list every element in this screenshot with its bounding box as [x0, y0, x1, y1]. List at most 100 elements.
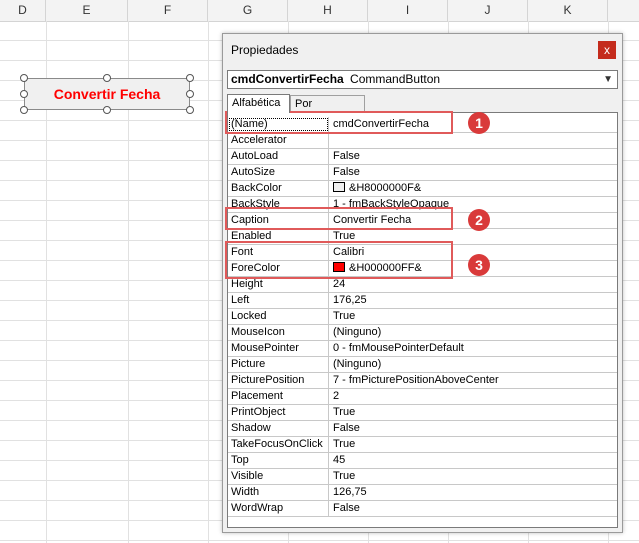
property-row[interactable]: MouseIcon (Ninguno) — [228, 325, 617, 341]
property-value-text: &H8000000F& — [349, 182, 422, 194]
property-value[interactable]: True — [330, 405, 617, 420]
property-value[interactable]: True — [330, 469, 617, 484]
property-value-text: False — [333, 422, 360, 434]
property-name: Left — [228, 293, 329, 308]
property-value-text: 126,75 — [333, 486, 367, 498]
property-row[interactable]: Accelerator — [228, 133, 617, 149]
property-value[interactable]: True — [330, 437, 617, 452]
property-value[interactable]: 176,25 — [330, 293, 617, 308]
property-value-text: 7 - fmPicturePositionAboveCenter — [333, 374, 499, 386]
property-row[interactable]: Top 45 — [228, 453, 617, 469]
property-value-text: 0 - fmMousePointerDefault — [333, 342, 464, 354]
property-name: Height — [228, 277, 329, 292]
property-value[interactable]: False — [330, 165, 617, 180]
object-type: CommandButton — [350, 72, 441, 86]
property-name: AutoSize — [228, 165, 329, 180]
property-name: Locked — [228, 309, 329, 324]
property-row[interactable]: AutoLoad False — [228, 149, 617, 165]
property-name: Top — [228, 453, 329, 468]
tab-alfabetica[interactable]: Alfabética — [227, 94, 290, 113]
property-value[interactable]: (Ninguno) — [330, 325, 617, 340]
property-grid: (Name) cmdConvertirFecha Accelerator AutoLo… — [227, 112, 618, 528]
property-row[interactable]: Height 24 — [228, 277, 617, 293]
property-value[interactable]: 0 - fmMousePointerDefault — [330, 341, 617, 356]
property-row[interactable]: Visible True — [228, 469, 617, 485]
property-value[interactable]: 2 — [330, 389, 617, 404]
property-name: Picture — [228, 357, 329, 372]
column-header-h[interactable]: H — [288, 0, 368, 21]
property-value-text: (Ninguno) — [333, 326, 382, 338]
property-row[interactable]: Shadow False — [228, 421, 617, 437]
property-row[interactable]: WordWrap False — [228, 501, 617, 517]
column-header-i[interactable]: I — [368, 0, 448, 21]
property-value-text: True — [333, 310, 356, 322]
property-name: BackColor — [228, 181, 329, 196]
property-value[interactable]: True — [330, 309, 617, 324]
property-value-text: False — [333, 502, 360, 514]
property-name: Placement — [228, 389, 329, 404]
resize-handle-top-right[interactable] — [186, 74, 194, 82]
property-value[interactable]: False — [330, 501, 617, 516]
property-value[interactable]: (Ninguno) — [330, 357, 617, 372]
property-value[interactable]: False — [330, 149, 617, 164]
property-row[interactable]: Picture (Ninguno) — [228, 357, 617, 373]
property-value-text: (Ninguno) — [333, 358, 382, 370]
property-value[interactable]: 24 — [330, 277, 617, 292]
chevron-down-icon: ▼ — [603, 74, 613, 85]
color-swatch — [333, 182, 345, 192]
resize-handle-bottom-left[interactable] — [20, 106, 28, 114]
property-value[interactable]: 45 — [330, 453, 617, 468]
close-button[interactable]: x — [598, 41, 616, 59]
resize-handle-top-center[interactable] — [103, 74, 111, 82]
property-name: Shadow — [228, 421, 329, 436]
property-row[interactable]: AutoSize False — [228, 165, 617, 181]
resize-handle-middle-right[interactable] — [186, 90, 194, 98]
property-value-text: False — [333, 166, 360, 178]
property-name: AutoLoad — [228, 149, 329, 164]
highlight-box-name — [225, 111, 453, 134]
column-header-k[interactable]: K — [528, 0, 608, 21]
annotation-badge-2: 2 — [468, 209, 490, 231]
column-header-d[interactable]: D — [0, 0, 46, 21]
property-row[interactable]: TakeFocusOnClick True — [228, 437, 617, 453]
property-name: Width — [228, 485, 329, 500]
property-name: TakeFocusOnClick — [228, 437, 329, 452]
property-value[interactable]: &H8000000F& — [330, 181, 617, 196]
property-value[interactable] — [330, 133, 617, 148]
property-value-text: True — [333, 406, 356, 418]
property-value[interactable]: 126,75 — [330, 485, 617, 500]
property-row[interactable]: PicturePosition 7 - fmPicturePositionAbov… — [228, 373, 617, 389]
highlight-box-caption — [225, 207, 453, 230]
property-value-text: True — [333, 438, 356, 450]
column-header-g[interactable]: G — [208, 0, 288, 21]
property-name: Accelerator — [228, 133, 329, 148]
column-header-j[interactable]: J — [448, 0, 528, 21]
property-row[interactable]: Placement 2 — [228, 389, 617, 405]
resize-handle-bottom-center[interactable] — [103, 106, 111, 114]
column-header-e[interactable]: E — [46, 0, 128, 21]
property-row[interactable]: Width 126,75 — [228, 485, 617, 501]
property-row[interactable]: Locked True — [228, 309, 617, 325]
annotation-badge-1: 1 — [468, 112, 490, 134]
close-icon: x — [604, 43, 610, 57]
property-name: MouseIcon — [228, 325, 329, 340]
property-row[interactable]: Left 176,25 — [228, 293, 617, 309]
property-value[interactable]: False — [330, 421, 617, 436]
property-row[interactable]: PrintObject True — [228, 405, 617, 421]
property-name: PicturePosition — [228, 373, 329, 388]
column-header-f[interactable]: F — [128, 0, 208, 21]
property-value[interactable]: 7 - fmPicturePositionAboveCenter — [330, 373, 617, 388]
column-header-bar: D E F G H I J K — [0, 0, 639, 22]
property-row[interactable]: MousePointer 0 - fmMousePointerDefault — [228, 341, 617, 357]
object-name: cmdConvertirFecha — [231, 72, 344, 86]
property-value-text: True — [333, 470, 356, 482]
property-value-text: 2 — [333, 390, 340, 402]
properties-window: Propiedades x cmdConvertirFecha CommandB… — [222, 33, 623, 533]
resize-handle-middle-left[interactable] — [20, 90, 28, 98]
property-row[interactable]: BackColor &H8000000F& — [228, 181, 617, 197]
resize-handle-bottom-right[interactable] — [186, 106, 194, 114]
object-selector-dropdown[interactable]: cmdConvertirFecha CommandButton ▼ — [227, 70, 618, 89]
resize-handle-top-left[interactable] — [20, 74, 28, 82]
property-value-text: False — [333, 150, 360, 162]
property-name: PrintObject — [228, 405, 329, 420]
